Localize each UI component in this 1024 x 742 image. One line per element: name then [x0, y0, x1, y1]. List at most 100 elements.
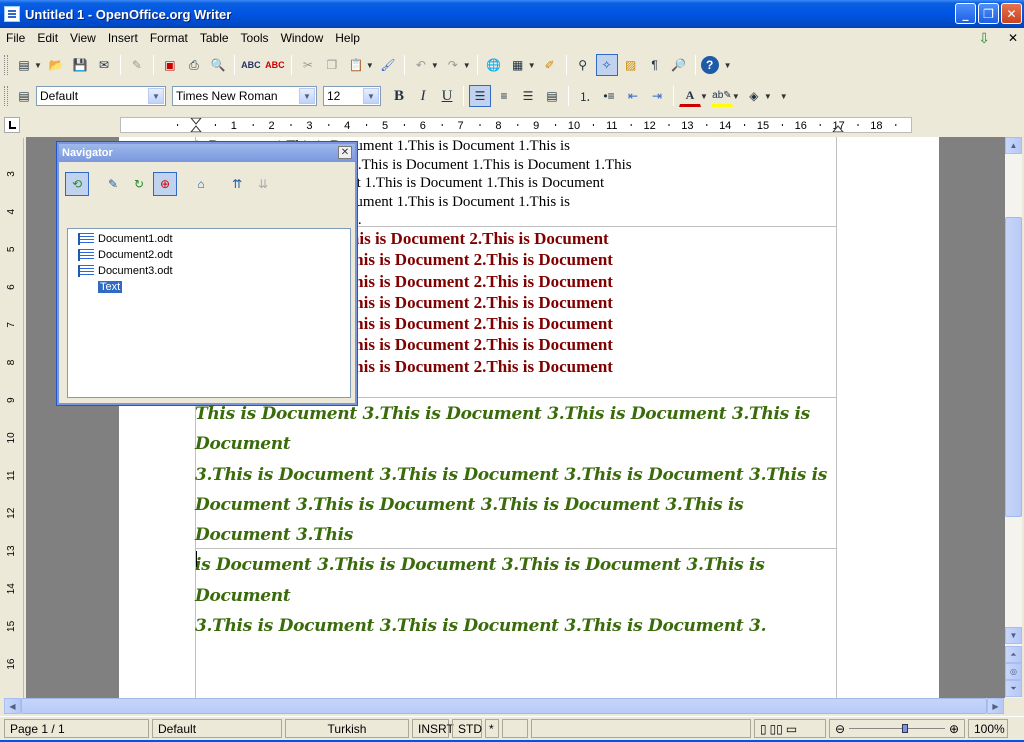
insert-icon[interactable]: ⊕ [153, 172, 177, 196]
redo-icon[interactable]: ↷ [442, 54, 464, 76]
navigation-icon[interactable]: ◎ [1005, 663, 1022, 680]
menu-view[interactable]: View [64, 31, 102, 45]
scroll-left-button[interactable]: ◀ [4, 698, 21, 714]
align-center-icon[interactable]: ≡ [493, 85, 515, 107]
italic-button[interactable]: I [412, 85, 434, 107]
export-pdf-icon[interactable]: ▣ [159, 54, 181, 76]
cut-icon[interactable]: ✂ [297, 54, 319, 76]
styles-formatting-icon[interactable]: ▤ [13, 85, 35, 107]
horizontal-scroll-thumb[interactable] [21, 698, 987, 714]
page-preview-icon[interactable]: 🔍 [207, 54, 229, 76]
open-icon[interactable]: 📂 [45, 54, 67, 76]
selection-mode-indicator[interactable]: STD [452, 719, 482, 738]
font-color-icon[interactable]: A [679, 85, 701, 107]
zoom-slider-handle[interactable] [901, 724, 908, 733]
list-item[interactable]: Document2.odt [78, 247, 173, 263]
edit-icon[interactable]: ✎ [101, 172, 125, 196]
navigator-tree[interactable]: Document1.odt Document2.odt Document3.od… [67, 228, 351, 398]
print-icon[interactable]: ⎙ [183, 54, 205, 76]
align-right-icon[interactable]: ☰ [517, 85, 539, 107]
tab-type-icon[interactable] [4, 117, 20, 133]
font-size-select[interactable]: 12 ▼ [323, 86, 381, 106]
vertical-scrollbar[interactable]: ▲ ▼ ⏶ ◎ ⏷ [1005, 137, 1022, 698]
menu-insert[interactable]: Insert [102, 31, 144, 45]
bold-button[interactable]: B [388, 85, 410, 107]
paragraph-style-select[interactable]: Default ▼ [36, 86, 166, 106]
hyperlink-icon[interactable]: 🌐 [483, 54, 505, 76]
zoom-in-icon[interactable]: ⊕ [949, 722, 959, 736]
menu-tools[interactable]: Tools [235, 31, 275, 45]
close-button[interactable]: ✕ [1001, 3, 1022, 24]
list-item[interactable]: Document1.odt [78, 231, 173, 247]
navigator-close-icon[interactable]: ✕ [338, 146, 352, 159]
update-icon[interactable]: ⇩ [978, 30, 990, 47]
navigator-icon[interactable]: ✧ [595, 54, 618, 76]
numbering-icon[interactable]: ⒈ [574, 85, 596, 107]
single-page-view-icon[interactable]: ▯ [760, 722, 767, 736]
menu-format[interactable]: Format [144, 31, 194, 45]
paste-icon[interactable]: 📋 [345, 54, 367, 76]
new-icon[interactable]: ▤ [13, 54, 35, 76]
chevron-down-icon[interactable]: ▼ [299, 88, 315, 104]
highlighting-icon[interactable]: ab✎ [710, 85, 733, 107]
formatting-marks-icon[interactable]: ¶ [644, 54, 666, 76]
undo-icon[interactable]: ↶ [410, 54, 432, 76]
navigator-titlebar[interactable]: Navigator ✕ [59, 144, 355, 162]
signature-indicator[interactable] [502, 719, 528, 738]
zoom-out-icon[interactable]: ⊖ [835, 722, 845, 736]
menu-edit[interactable]: Edit [31, 31, 64, 45]
font-name-select[interactable]: Times New Roman ▼ [172, 86, 317, 106]
align-left-icon[interactable]: ☰ [469, 85, 491, 107]
scroll-down-button[interactable]: ▼ [1005, 627, 1022, 644]
chevron-down-icon[interactable]: ▼ [148, 88, 164, 104]
minimize-button[interactable]: _ [955, 3, 976, 24]
menu-table[interactable]: Table [194, 31, 235, 45]
horizontal-scrollbar[interactable]: ◀ ▶ [4, 698, 1004, 714]
copy-icon[interactable]: ❐ [321, 54, 343, 76]
menu-file[interactable]: File [0, 31, 31, 45]
list-item[interactable]: Document3.odt [78, 263, 173, 279]
save-contents-icon[interactable]: ⌂ [189, 172, 213, 196]
maximize-button[interactable]: ❐ [978, 3, 999, 24]
vertical-ruler[interactable]: 3 4 5 6 7 8 9 10 11 12 13 14 15 16 [4, 138, 24, 698]
bullets-icon[interactable]: •≡ [598, 85, 620, 107]
find-replace-icon[interactable]: ⚲ [572, 54, 594, 76]
scroll-right-button[interactable]: ▶ [987, 698, 1004, 714]
book-view-icon[interactable]: ▭ [786, 722, 797, 736]
close-document-icon[interactable]: ✕ [1008, 31, 1018, 45]
zoom-slider-track[interactable] [849, 724, 945, 733]
toggle-icon[interactable]: ⟲ [65, 172, 89, 196]
background-color-icon[interactable]: ◈ [743, 85, 765, 107]
scroll-up-button[interactable]: ▲ [1005, 137, 1022, 154]
autospellcheck-icon[interactable]: ABC [264, 54, 286, 76]
move-down-icon[interactable]: ⇊ [251, 172, 275, 196]
edit-file-icon[interactable]: ✎ [126, 54, 148, 76]
menu-help[interactable]: Help [329, 31, 366, 45]
email-icon[interactable]: ✉ [93, 54, 115, 76]
zoom-slider[interactable]: ⊖ ⊕ [829, 719, 965, 738]
horizontal-ruler[interactable]: 123456789101112131415161718 [120, 117, 912, 133]
menu-window[interactable]: Window [275, 31, 330, 45]
list-item-selected[interactable]: Text [98, 279, 123, 295]
increase-indent-icon[interactable]: ⇥ [646, 85, 668, 107]
spellcheck-icon[interactable]: ABC [240, 54, 262, 76]
multi-page-view-icon[interactable]: ▯▯ [770, 722, 783, 736]
vertical-scroll-thumb[interactable] [1005, 217, 1022, 517]
draw-functions-icon[interactable]: ✐ [539, 54, 561, 76]
zoom-percent[interactable]: 100% [968, 719, 1008, 738]
underline-button[interactable]: U [436, 85, 458, 107]
insert-mode-indicator[interactable]: INSRT [412, 719, 454, 738]
table-icon[interactable]: ▦ [507, 54, 529, 76]
page-style-indicator[interactable]: Default [152, 719, 282, 738]
justify-icon[interactable]: ▤ [541, 85, 563, 107]
zoom-icon[interactable]: 🔎 [668, 54, 690, 76]
navigator-window[interactable]: Navigator ✕ ⟲ ✎ ↻ ⊕ ⌂ ⇈ ⇊ Document1.odt … [57, 142, 357, 405]
save-icon[interactable]: 💾 [69, 54, 91, 76]
language-indicator[interactable]: Turkish [285, 719, 409, 738]
toolbar-grip[interactable] [4, 86, 8, 106]
update-icon[interactable]: ↻ [127, 172, 151, 196]
help-icon[interactable]: ? [700, 56, 719, 74]
next-page-icon[interactable]: ⏷ [1005, 680, 1022, 697]
decrease-indent-icon[interactable]: ⇤ [622, 85, 644, 107]
page-indicator[interactable]: Page 1 / 1 [4, 719, 149, 738]
